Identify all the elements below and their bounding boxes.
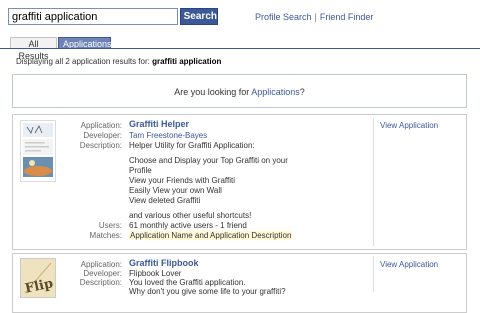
users-count: 61 monthly active users - 1 friend xyxy=(129,221,247,230)
developer-link[interactable]: Tam Freestone-Bayes xyxy=(129,131,207,140)
search-button[interactable]: Search xyxy=(180,8,218,25)
label-description: Description: xyxy=(62,141,122,150)
view-application-link[interactable]: View Application xyxy=(380,260,438,269)
link-separator: | xyxy=(315,12,317,22)
matches-highlight: Application Name and Application Descrip… xyxy=(129,231,292,240)
app-thumbnail[interactable]: Flip xyxy=(20,258,56,298)
results-summary: Displaying all 2 application results for… xyxy=(16,57,221,66)
profile-search-link[interactable]: Profile Search xyxy=(255,12,312,22)
search-input[interactable] xyxy=(8,8,178,25)
description-line: You loved the Graffiti application. xyxy=(129,278,246,287)
description-line: and various other useful shortcuts! xyxy=(129,211,251,220)
label-developer: Developer: xyxy=(62,269,122,278)
action-divider xyxy=(373,256,374,292)
app-title[interactable]: Graffiti Flipbook xyxy=(129,258,199,268)
label-users: Users: xyxy=(62,221,122,230)
suggestion-prefix: Are you looking for xyxy=(174,87,249,97)
description-line: View your Friends with Graffiti xyxy=(129,176,235,185)
label-description: Description: xyxy=(62,278,122,287)
tab-divider xyxy=(0,48,480,49)
suggestion-suffix: ? xyxy=(300,87,305,97)
view-application-link[interactable]: View Application xyxy=(380,121,438,130)
summary-query: graffiti application xyxy=(152,57,221,66)
description-line: Easily View your own Wall xyxy=(129,186,222,195)
description-line: Profile xyxy=(129,166,152,175)
label-application: Application: xyxy=(62,260,122,269)
search-icon xyxy=(181,13,182,21)
summary-prefix: Displaying all 2 application results for… xyxy=(16,57,150,66)
action-divider xyxy=(373,118,374,246)
top-links: Profile Search|Friend Finder xyxy=(255,12,373,22)
description-line: Helper Utility for Graffiti Application: xyxy=(129,141,255,150)
search-button-label: Search xyxy=(184,11,217,22)
suggestion-text: Are you looking for Applications? xyxy=(12,87,467,97)
matches-value: Application Name and Application Descrip… xyxy=(129,231,292,240)
description-line: View deleted Graffiti xyxy=(129,196,200,205)
label-application: Application: xyxy=(62,121,122,130)
friend-finder-link[interactable]: Friend Finder xyxy=(320,12,374,22)
description-line: Choose and Display your Top Graffiti on … xyxy=(129,156,288,165)
label-matches: Matches: xyxy=(62,231,122,240)
label-developer: Developer: xyxy=(62,131,122,140)
applications-link[interactable]: Applications xyxy=(251,87,300,97)
app-thumbnail[interactable] xyxy=(20,120,56,182)
developer-name[interactable]: Flipbook Lover xyxy=(129,269,181,278)
app-title[interactable]: Graffiti Helper xyxy=(129,119,189,129)
